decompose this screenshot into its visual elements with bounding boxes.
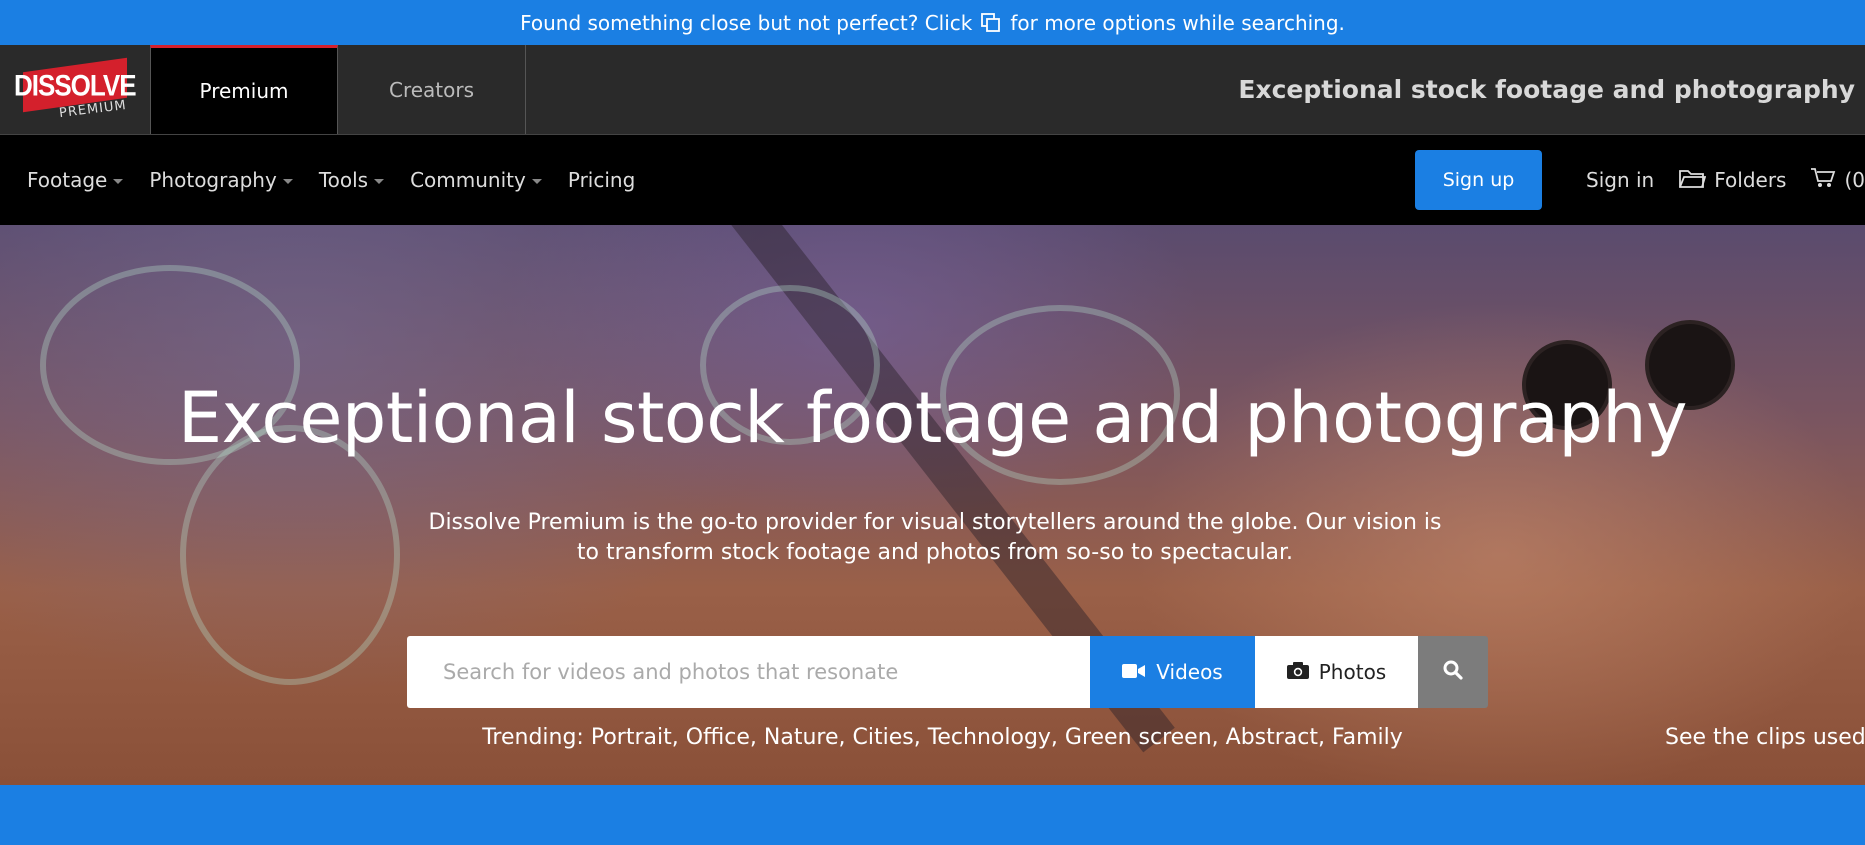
trending-list[interactable]: Trending: Portrait, Office, Nature, Citi… [0, 725, 1865, 750]
nav-pricing[interactable]: Pricing [568, 168, 635, 192]
hero-title: Exceptional stock footage and photograph… [177, 377, 1688, 459]
cart-icon [1810, 167, 1836, 194]
tab-premium[interactable]: Premium [150, 45, 338, 134]
nav-tools[interactable]: Tools [318, 168, 385, 192]
folders-link[interactable]: Folders [1678, 167, 1786, 194]
videos-label: Videos [1156, 660, 1223, 684]
copy-options-icon[interactable] [980, 12, 1002, 34]
top-bar: DISSOLVE PREMIUM Premium Creators Except… [0, 45, 1865, 135]
notice-text-before: Found something close but not perfect? C… [520, 10, 973, 35]
nav-photography[interactable]: Photography [149, 168, 293, 192]
signin-link[interactable]: Sign in [1586, 168, 1654, 192]
chevron-down-icon [113, 178, 124, 184]
photos-label: Photos [1318, 660, 1387, 684]
main-nav: Footage Photography Tools Community Pric… [0, 135, 1865, 225]
nav-footage[interactable]: Footage [27, 168, 124, 192]
cart-link[interactable]: (0 [1810, 167, 1865, 194]
nav-tools-label: Tools [318, 168, 369, 192]
nav-photography-label: Photography [149, 168, 277, 192]
videos-toggle[interactable]: Videos [1090, 636, 1255, 708]
logo-main-text: DISSOLVE [14, 66, 136, 102]
search-button[interactable] [1418, 636, 1488, 708]
nav-right-group: Sign up Sign in Folders (0 [1415, 135, 1865, 225]
nav-footage-label: Footage [27, 168, 108, 192]
nav-pricing-label: Pricing [567, 168, 636, 192]
nav-community[interactable]: Community [410, 168, 542, 192]
search-icon [1443, 660, 1463, 685]
cart-count: (0 [1844, 168, 1865, 192]
dissolve-logo[interactable]: DISSOLVE PREMIUM [0, 45, 150, 134]
photos-toggle[interactable]: Photos [1255, 636, 1418, 708]
see-clips-link[interactable]: See the clips used [1665, 725, 1865, 750]
signup-button[interactable]: Sign up [1415, 150, 1543, 210]
neon-sign-shape [180, 425, 400, 685]
hero-section: Exceptional stock footage and photograph… [0, 225, 1865, 785]
search-bar: Videos Photos [407, 636, 1488, 708]
folder-icon [1678, 167, 1707, 194]
notice-text-after: for more options while searching. [1010, 10, 1345, 35]
chevron-down-icon [282, 178, 293, 184]
tab-creators[interactable]: Creators [338, 45, 526, 134]
chevron-down-icon [374, 178, 385, 184]
chevron-down-icon [531, 178, 542, 184]
nav-community-label: Community [410, 168, 526, 192]
header-tagline: Exceptional stock footage and photograph… [1238, 75, 1855, 104]
camera-icon [1286, 660, 1309, 684]
folders-label: Folders [1714, 168, 1787, 192]
search-input[interactable] [407, 636, 1090, 708]
video-camera-icon [1122, 660, 1146, 684]
hero-subtitle: Dissolve Premium is the go-to provider f… [428, 510, 1442, 565]
notice-banner: Found something close but not perfect? C… [0, 0, 1865, 45]
